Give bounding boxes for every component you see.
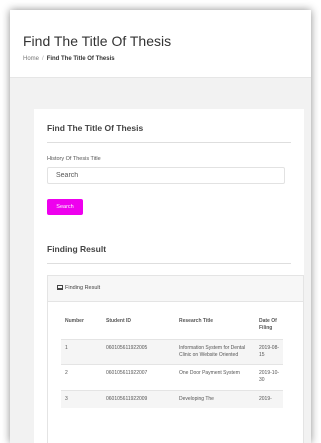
result-panel-header: Finding Result xyxy=(48,276,303,302)
result-panel: Finding Result Number Student ID Researc… xyxy=(47,275,304,443)
cell-date-of-filing: 2019-08-15 xyxy=(255,338,283,365)
section-divider xyxy=(47,263,291,264)
cell-student-id: 060105611922009 xyxy=(102,389,175,408)
cell-number: 2 xyxy=(61,364,102,390)
column-header-student-id[interactable]: Student ID xyxy=(102,312,175,339)
finding-result-title: Finding Result xyxy=(47,244,107,254)
table-header-row: Number Student ID Research Title Date Of… xyxy=(61,312,283,339)
browser-viewport: Find The Title Of Thesis Home / Find The T… xyxy=(10,10,311,443)
breadcrumb-separator: / xyxy=(42,56,44,62)
result-panel-title: Finding Result xyxy=(57,285,100,291)
section-divider xyxy=(47,142,291,143)
results-table: Number Student ID Research Title Date Of… xyxy=(61,312,283,408)
table-icon xyxy=(57,285,63,291)
result-panel-title-text: Finding Result xyxy=(65,285,101,291)
cell-research-title: One Door Payment System xyxy=(175,364,255,390)
search-button[interactable]: Search xyxy=(47,199,83,215)
cell-research-title: Developing The xyxy=(175,389,255,408)
column-header-number[interactable]: Number xyxy=(61,312,102,339)
cell-student-id: 060105611922007 xyxy=(102,364,175,390)
search-input[interactable] xyxy=(47,167,285,184)
search-section-title: Find The Title Of Thesis xyxy=(47,123,144,133)
cell-number: 3 xyxy=(61,389,102,408)
content-card: Find The Title Of Thesis History Of Thes… xyxy=(34,109,304,443)
breadcrumb-current: Find The Title Of Thesis xyxy=(46,56,115,62)
cell-number: 1 xyxy=(61,338,102,365)
cell-date-of-filing: 2019-10-30 xyxy=(255,364,283,390)
column-header-date-of-filing[interactable]: Date Of Filing xyxy=(255,312,283,339)
cell-date-of-filing: 2019- xyxy=(255,389,283,408)
column-header-research-title[interactable]: Research Title xyxy=(175,312,255,339)
breadcrumb-home-link[interactable]: Home xyxy=(23,56,39,62)
page-header: Find The Title Of Thesis Home / Find The T… xyxy=(10,10,311,78)
table-row: 3 060105611922009 Developing The 2019- xyxy=(61,389,283,408)
cell-student-id: 060105611922005 xyxy=(102,338,175,365)
thesis-title-field-label: History Of Thesis Title xyxy=(47,156,101,162)
table-row: 1 060105611922005 Information System for… xyxy=(61,338,283,365)
cell-research-title: Information System for Dental Clinic on … xyxy=(175,338,255,365)
page-title: Find The Title Of Thesis xyxy=(23,33,172,49)
table-row: 2 060105611922007 One Door Payment Syste… xyxy=(61,364,283,390)
breadcrumb: Home / Find The Title Of Thesis xyxy=(23,56,115,62)
